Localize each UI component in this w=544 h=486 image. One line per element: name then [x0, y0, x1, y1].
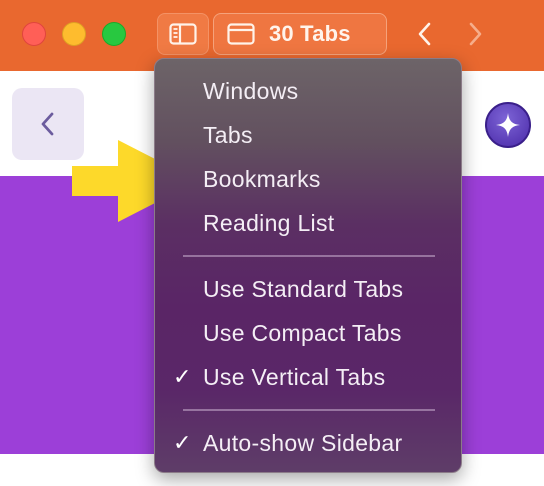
checkmark-icon: ✓ [173, 364, 192, 389]
tab-overview-button[interactable]: 30 Tabs [213, 13, 387, 55]
menu-separator [183, 409, 435, 411]
menu-item-label: Use Standard Tabs [203, 275, 404, 302]
checkmark-icon: ✓ [173, 430, 192, 455]
menu-item-label: Use Compact Tabs [203, 319, 402, 346]
menu-item-reading-list[interactable]: Reading List [155, 203, 463, 243]
menu-item-tabs[interactable]: Tabs [155, 115, 463, 155]
menu-item-auto-show-sidebar[interactable]: ✓ Auto-show Sidebar [155, 423, 463, 463]
menu-item-bookmarks[interactable]: Bookmarks [155, 159, 463, 199]
tab-count-label: 30 Tabs [269, 21, 351, 46]
minimize-window-button[interactable] [62, 22, 86, 46]
tab-window-icon [227, 23, 255, 45]
assistant-button[interactable] [485, 102, 531, 148]
menu-item-label: Auto-show Sidebar [203, 429, 403, 456]
chevron-right-icon [469, 22, 482, 46]
sparkle-icon [496, 113, 520, 137]
chevron-left-icon [418, 22, 431, 46]
page-back-button[interactable] [12, 88, 84, 160]
zoom-window-button[interactable] [102, 22, 126, 46]
back-button[interactable] [408, 17, 442, 51]
close-window-button[interactable] [22, 22, 46, 46]
menu-item-use-compact-tabs[interactable]: Use Compact Tabs [155, 313, 463, 353]
sidebar-icon [169, 23, 197, 45]
menu-item-label: Tabs [203, 121, 253, 148]
menu-separator [183, 255, 435, 257]
menu-item-label: Bookmarks [203, 165, 321, 192]
menu-item-label: Use Vertical Tabs [203, 363, 386, 390]
menu-item-windows[interactable]: Windows [155, 71, 463, 111]
menu-item-label: Windows [203, 77, 299, 104]
sidebar-toggle-button[interactable] [157, 13, 209, 55]
menu-item-use-standard-tabs[interactable]: Use Standard Tabs [155, 269, 463, 309]
forward-button[interactable] [458, 17, 492, 51]
chevron-left-icon [41, 112, 54, 136]
menu-item-use-vertical-tabs[interactable]: ✓ Use Vertical Tabs [155, 357, 463, 397]
sidebar-menu: Windows Tabs Bookmarks Reading List Use … [154, 58, 462, 473]
menu-item-label: Reading List [203, 209, 335, 236]
